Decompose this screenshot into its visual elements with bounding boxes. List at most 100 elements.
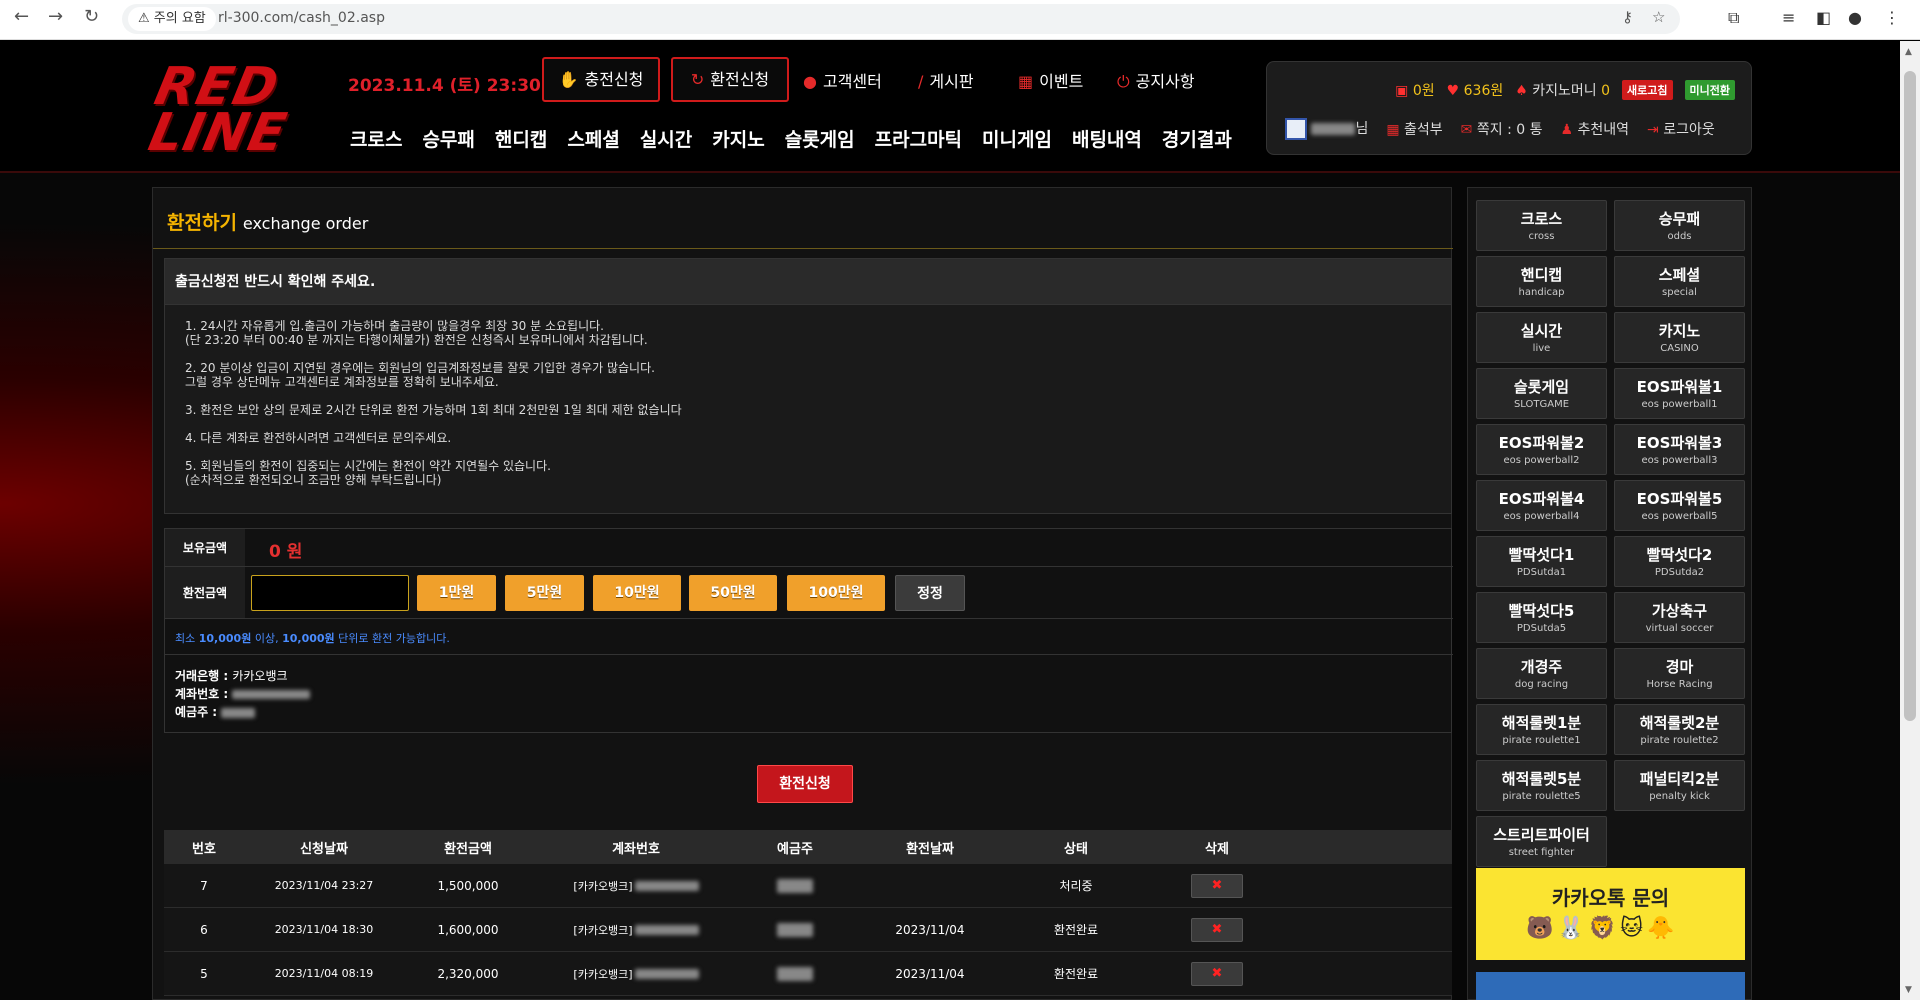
messages-link[interactable]: ✉ 쪽지 : 0 통 — [1461, 119, 1543, 139]
site-logo[interactable]: RED LINE — [144, 57, 310, 163]
add-500k-button[interactable]: 50만원 — [689, 575, 777, 611]
notice-body: 1. 24시간 자유롭게 입.출금이 가능하며 출금량이 많을경우 최장 30 … — [165, 305, 1451, 487]
delete-button[interactable]: ✖ — [1191, 961, 1243, 986]
game-button-sublabel: CASINO — [1660, 343, 1699, 354]
game-button[interactable]: 해적룰렛2분 pirate roulette2 — [1614, 704, 1745, 755]
nav-item-pragmatic[interactable]: 프라그마틱 — [875, 125, 962, 155]
game-button-sublabel: PDSutda5 — [1516, 623, 1567, 634]
add-50k-button[interactable]: 5만원 — [505, 575, 584, 611]
notice-link[interactable]: ⏻ 공지사항 — [1117, 68, 1195, 92]
deposit-button[interactable]: ✋ 충전신청 — [542, 57, 660, 102]
add-100k-button[interactable]: 10만원 — [593, 575, 681, 611]
refresh-icon: ↻ — [690, 70, 705, 89]
security-warning-chip[interactable]: ⚠ 주의 요함 — [128, 7, 216, 31]
reload-icon[interactable]: ↻ — [84, 6, 99, 27]
game-button[interactable]: 카지노 CASINO — [1614, 312, 1745, 363]
col-holder: 예금주 — [777, 841, 813, 857]
page-scrollbar[interactable]: ▲ ▼ — [1900, 41, 1920, 1000]
secondary-banner[interactable] — [1476, 972, 1745, 1000]
event-link[interactable]: ▦ 이벤트 — [1018, 68, 1083, 92]
notice-item: 3. 환전은 보안 상의 문제로 2시간 단위로 환전 가능하며 1회 최대 2… — [185, 403, 682, 417]
logout-link[interactable]: ⇥ 로그아웃 — [1647, 119, 1715, 139]
nav-item-cross[interactable]: 크로스 — [350, 125, 402, 155]
game-button[interactable]: 해적룰렛1분 pirate roulette1 — [1476, 704, 1607, 755]
add-10k-button[interactable]: 1만원 — [417, 575, 496, 611]
game-button[interactable]: EOS파워볼4 eos powerball4 — [1476, 480, 1607, 531]
game-button[interactable]: 빨딱섯다2 PDSutda2 — [1614, 536, 1745, 587]
game-button[interactable]: 핸디캡 handicap — [1476, 256, 1607, 307]
game-button[interactable]: EOS파워볼5 eos powerball5 — [1614, 480, 1745, 531]
game-button-label: 실시간 — [1520, 322, 1563, 340]
profile-icon[interactable]: ● — [1848, 8, 1862, 27]
menu-icon[interactable]: ⋮ — [1884, 8, 1900, 27]
nav-item-bet-history[interactable]: 배팅내역 — [1072, 125, 1142, 155]
game-button[interactable]: 스트리트파이터 street fighter — [1476, 816, 1607, 867]
back-icon[interactable]: ← — [14, 6, 29, 27]
sidepanel-icon[interactable]: ◧ — [1816, 8, 1831, 27]
game-button[interactable]: EOS파워볼2 eos powerball2 — [1476, 424, 1607, 475]
holder-blurred — [221, 707, 256, 718]
casino-money-display: ♠ 카지노머니 0 — [1515, 83, 1611, 99]
delete-button[interactable]: ✖ — [1191, 873, 1243, 898]
game-button[interactable]: 빨딱섯다5 PDSutda5 — [1476, 592, 1607, 643]
logout-icon: ⇥ — [1647, 122, 1659, 138]
game-button[interactable]: 스페셜 special — [1614, 256, 1745, 307]
level-icon — [1285, 118, 1307, 140]
game-button[interactable]: 해적룰렛5분 pirate roulette5 — [1476, 760, 1607, 811]
referral-link[interactable]: ♟ 추천내역 — [1560, 119, 1629, 139]
game-button-sublabel: PDSutda1 — [1516, 567, 1567, 578]
nav-item-results[interactable]: 경기결과 — [1162, 125, 1232, 155]
nav-item-handicap[interactable]: 핸디캡 — [495, 125, 547, 155]
kakao-characters-icon: 🐻🐰🦁🐱🐥 — [1526, 916, 1679, 941]
mini-convert-tag[interactable]: 미니전환 — [1684, 80, 1735, 100]
game-button[interactable]: EOS파워볼3 eos powerball3 — [1614, 424, 1745, 475]
game-button[interactable]: 크로스 cross — [1476, 200, 1607, 251]
col-done-date: 환전날짜 — [906, 841, 954, 857]
withdraw-button[interactable]: ↻ 환전신청 — [671, 57, 789, 102]
game-button[interactable]: EOS파워볼1 eos powerball1 — [1614, 368, 1745, 419]
support-link[interactable]: ● 고객센터 — [803, 68, 882, 92]
kakao-inquiry-banner[interactable]: 카카오톡 문의 🐻🐰🦁🐱🐥 — [1476, 868, 1745, 960]
refresh-tag[interactable]: 새로고침 — [1622, 80, 1673, 100]
url-text[interactable]: rl-300.com/cash_02.asp — [218, 10, 385, 26]
game-button-sublabel: pirate roulette5 — [1502, 791, 1581, 802]
power-icon: ⏻ — [1117, 72, 1130, 91]
nav-item-casino[interactable]: 카지노 — [712, 125, 764, 155]
extensions-icon[interactable]: ⧉ — [1728, 8, 1739, 28]
game-button-sublabel: eos powerball2 — [1503, 455, 1580, 466]
star-icon[interactable]: ☆ — [1652, 8, 1665, 26]
attendance-link[interactable]: ▦ 출석부 — [1386, 119, 1442, 139]
nav-item-odds[interactable]: 승무패 — [422, 125, 474, 155]
key-icon[interactable]: ⚷ — [1622, 8, 1633, 26]
nav-item-live[interactable]: 실시간 — [640, 125, 692, 155]
game-button[interactable]: 개경주 dog racing — [1476, 648, 1607, 699]
add-1m-button[interactable]: 100만원 — [787, 575, 885, 611]
submit-exchange-button[interactable]: 환전신청 — [757, 765, 853, 803]
account-cell: [카카오뱅크] — [532, 952, 740, 995]
address-bar[interactable]: ⚠ 주의 요함 rl-300.com/cash_02.asp ⚷ ☆ — [122, 4, 1680, 34]
game-button[interactable]: 슬롯게임 SLOTGAME — [1476, 368, 1607, 419]
reset-button[interactable]: 정정 — [895, 575, 965, 611]
game-button[interactable]: 실시간 live — [1476, 312, 1607, 363]
nav-item-slot[interactable]: 슬롯게임 — [785, 125, 855, 155]
media-icon[interactable]: ≡ — [1782, 8, 1795, 27]
min-amount-note: 최소 10,000원 이상, 10,000원 단위로 환전 가능합니다. — [175, 632, 450, 645]
game-button[interactable]: 가상축구 virtual soccer — [1614, 592, 1745, 643]
amount-input[interactable] — [251, 575, 409, 611]
balance-row: 보유금액 0 원 — [165, 529, 1453, 567]
delete-button[interactable]: ✖ — [1191, 917, 1243, 942]
scroll-thumb[interactable] — [1904, 71, 1916, 721]
board-link[interactable]: / 게시판 — [918, 68, 974, 92]
scroll-up-icon[interactable]: ▲ — [1905, 47, 1912, 57]
game-button[interactable]: 빨딱섯다1 PDSutda1 — [1476, 536, 1607, 587]
game-button[interactable]: 패널티킥2분 penalty kick — [1614, 760, 1745, 811]
game-button-sublabel: odds — [1667, 231, 1692, 242]
nav-item-minigame[interactable]: 미니게임 — [982, 125, 1052, 155]
game-button[interactable]: 경마 Horse Racing — [1614, 648, 1745, 699]
game-button-label: 빨딱섯다2 — [1646, 546, 1713, 564]
users-icon: ♟ — [1560, 122, 1574, 138]
nav-item-special[interactable]: 스페셜 — [567, 125, 619, 155]
game-button[interactable]: 승무패 odds — [1614, 200, 1745, 251]
scroll-down-icon[interactable]: ▼ — [1905, 985, 1912, 995]
forward-icon[interactable]: → — [48, 6, 63, 27]
